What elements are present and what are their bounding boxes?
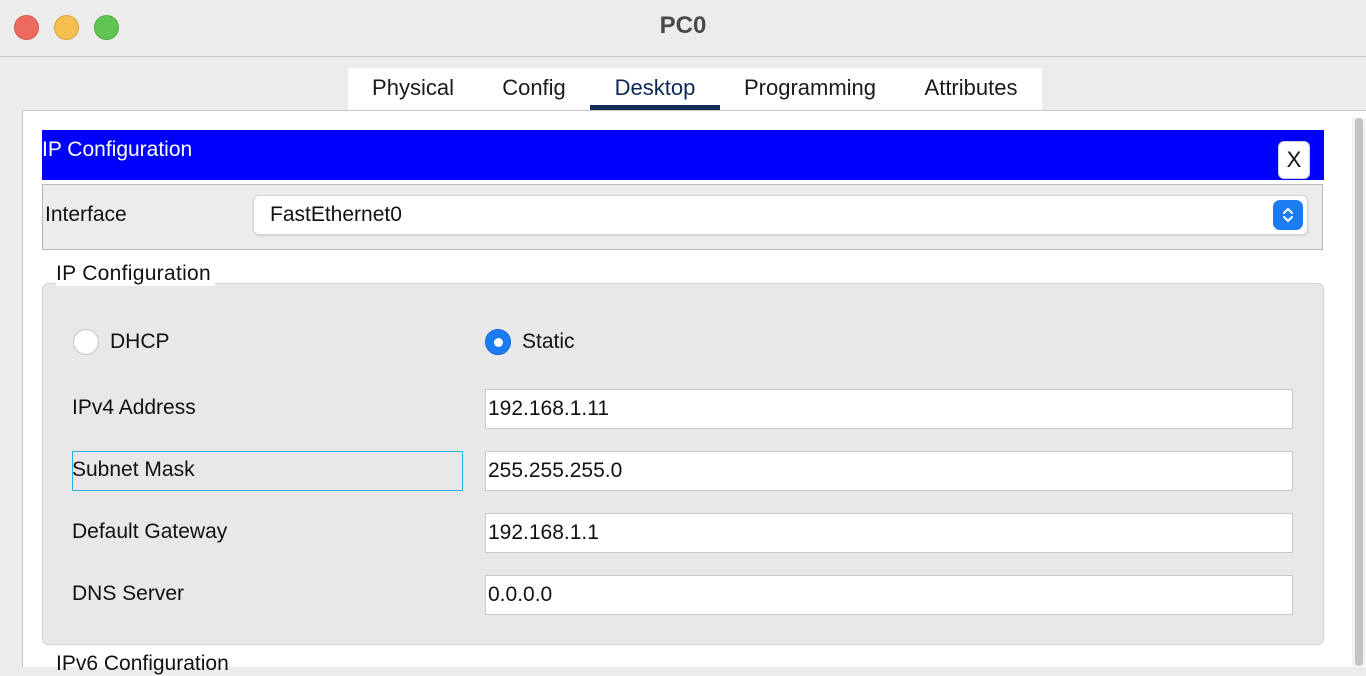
ipv4-address-label: IPv4 Address xyxy=(72,396,196,419)
chevron-up-down-icon xyxy=(1273,200,1303,230)
vertical-scrollbar[interactable] xyxy=(1352,118,1366,666)
dhcp-radio[interactable] xyxy=(73,329,99,355)
default-gateway-label: Default Gateway xyxy=(72,520,228,543)
subnet-mask-label: Subnet Mask xyxy=(72,458,195,481)
ip-config-header: IP Configuration xyxy=(42,130,1324,180)
dns-server-input[interactable] xyxy=(485,575,1293,615)
interface-select[interactable]: FastEthernet0 xyxy=(253,195,1308,235)
ipv4-address-input[interactable] xyxy=(485,389,1293,429)
default-gateway-input[interactable] xyxy=(485,513,1293,553)
tab-programming[interactable]: Programming xyxy=(720,68,900,110)
title-bar: PC0 xyxy=(0,0,1366,57)
tab-attributes[interactable]: Attributes xyxy=(900,68,1042,110)
subnet-mask-input[interactable] xyxy=(485,451,1293,491)
interface-row: Interface FastEthernet0 xyxy=(42,184,1323,250)
tab-desktop[interactable]: Desktop xyxy=(590,68,720,110)
tab-bar: Physical Config Desktop Programming Attr… xyxy=(348,68,1042,110)
ipv6-config-section-title: IPv6 Configuration xyxy=(56,652,229,675)
window-title: PC0 xyxy=(659,12,707,39)
static-radio[interactable] xyxy=(485,329,511,355)
static-label[interactable]: Static xyxy=(522,330,575,354)
ip-config-header-title: IP Configuration xyxy=(42,138,193,161)
interface-select-value: FastEthernet0 xyxy=(270,203,402,226)
dns-server-label: DNS Server xyxy=(72,582,185,605)
tab-physical[interactable]: Physical xyxy=(348,68,478,110)
tab-config[interactable]: Config xyxy=(478,68,590,110)
ip-config-section-title: IP Configuration xyxy=(56,262,216,286)
close-ip-config-button[interactable]: X xyxy=(1278,141,1310,179)
interface-label: Interface xyxy=(45,203,127,226)
dhcp-label[interactable]: DHCP xyxy=(110,330,170,354)
scrollbar-thumb[interactable] xyxy=(1355,118,1363,666)
radio-selected-dot xyxy=(494,338,503,347)
